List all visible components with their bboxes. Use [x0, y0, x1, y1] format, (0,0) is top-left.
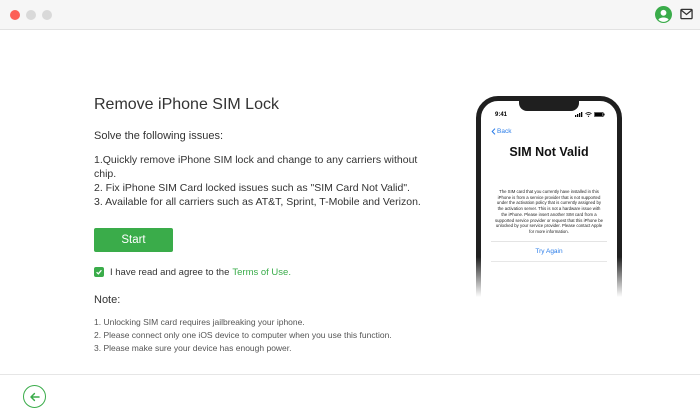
start-button[interactable]: Start [94, 228, 173, 252]
phone-back-link: Back [491, 128, 511, 135]
footer-bar [0, 374, 700, 415]
check-icon [96, 269, 102, 275]
user-icon[interactable] [655, 6, 672, 23]
phone-status-time: 9:41 [495, 112, 508, 118]
phone-notch [519, 100, 579, 111]
phone-back-label: Back [497, 128, 512, 135]
phone-fade-overlay [470, 257, 630, 297]
battery-icon [594, 112, 605, 117]
issues-heading: Solve the following issues: [94, 130, 224, 142]
sim-not-valid-heading: SIM Not Valid [509, 145, 589, 159]
terms-of-use-link[interactable]: Terms of Use. [232, 267, 291, 278]
issue-item: 2. Fix iPhone SIM Card locked issues suc… [94, 182, 410, 194]
sim-message: The SIM card that you currently have ins… [495, 189, 603, 234]
mail-icon[interactable] [680, 7, 693, 21]
wifi-icon [585, 112, 592, 117]
chevron-left-icon [491, 128, 496, 135]
note-item: 1. Unlocking SIM card requires jailbreak… [94, 317, 305, 327]
note-item: 3. Please make sure your device has enou… [94, 343, 292, 353]
try-again-link: Try Again [535, 248, 563, 255]
issues-list: 1.Quickly remove iPhone SIM lock and cha… [94, 153, 434, 209]
note-heading: Note: [94, 294, 121, 306]
close-window-button[interactable] [10, 10, 20, 20]
title-bar [0, 0, 700, 30]
signal-icon [575, 112, 583, 117]
notes-list: 1. Unlocking SIM card requires jailbreak… [94, 316, 392, 355]
minimize-window-button[interactable] [26, 10, 36, 20]
back-button[interactable] [23, 385, 46, 408]
phone-divider [491, 241, 607, 242]
agreement-text: I have read and agree to the [110, 266, 230, 278]
issue-item: 3. Available for all carriers such as AT… [94, 196, 421, 208]
maximize-window-button[interactable] [42, 10, 52, 20]
phone-illustration: 9:41 Back SIM Not Valid The SIM card tha… [470, 92, 630, 297]
issue-item: 1.Quickly remove iPhone SIM lock and cha… [94, 154, 418, 180]
phone-status-icons [575, 112, 605, 117]
arrow-left-icon [29, 392, 40, 401]
agree-checkbox[interactable] [94, 267, 104, 277]
note-item: 2. Please connect only one iOS device to… [94, 330, 392, 340]
page-title: Remove iPhone SIM Lock [94, 96, 279, 113]
terms-agreement: I have read and agree to the Terms of Us… [94, 266, 291, 278]
